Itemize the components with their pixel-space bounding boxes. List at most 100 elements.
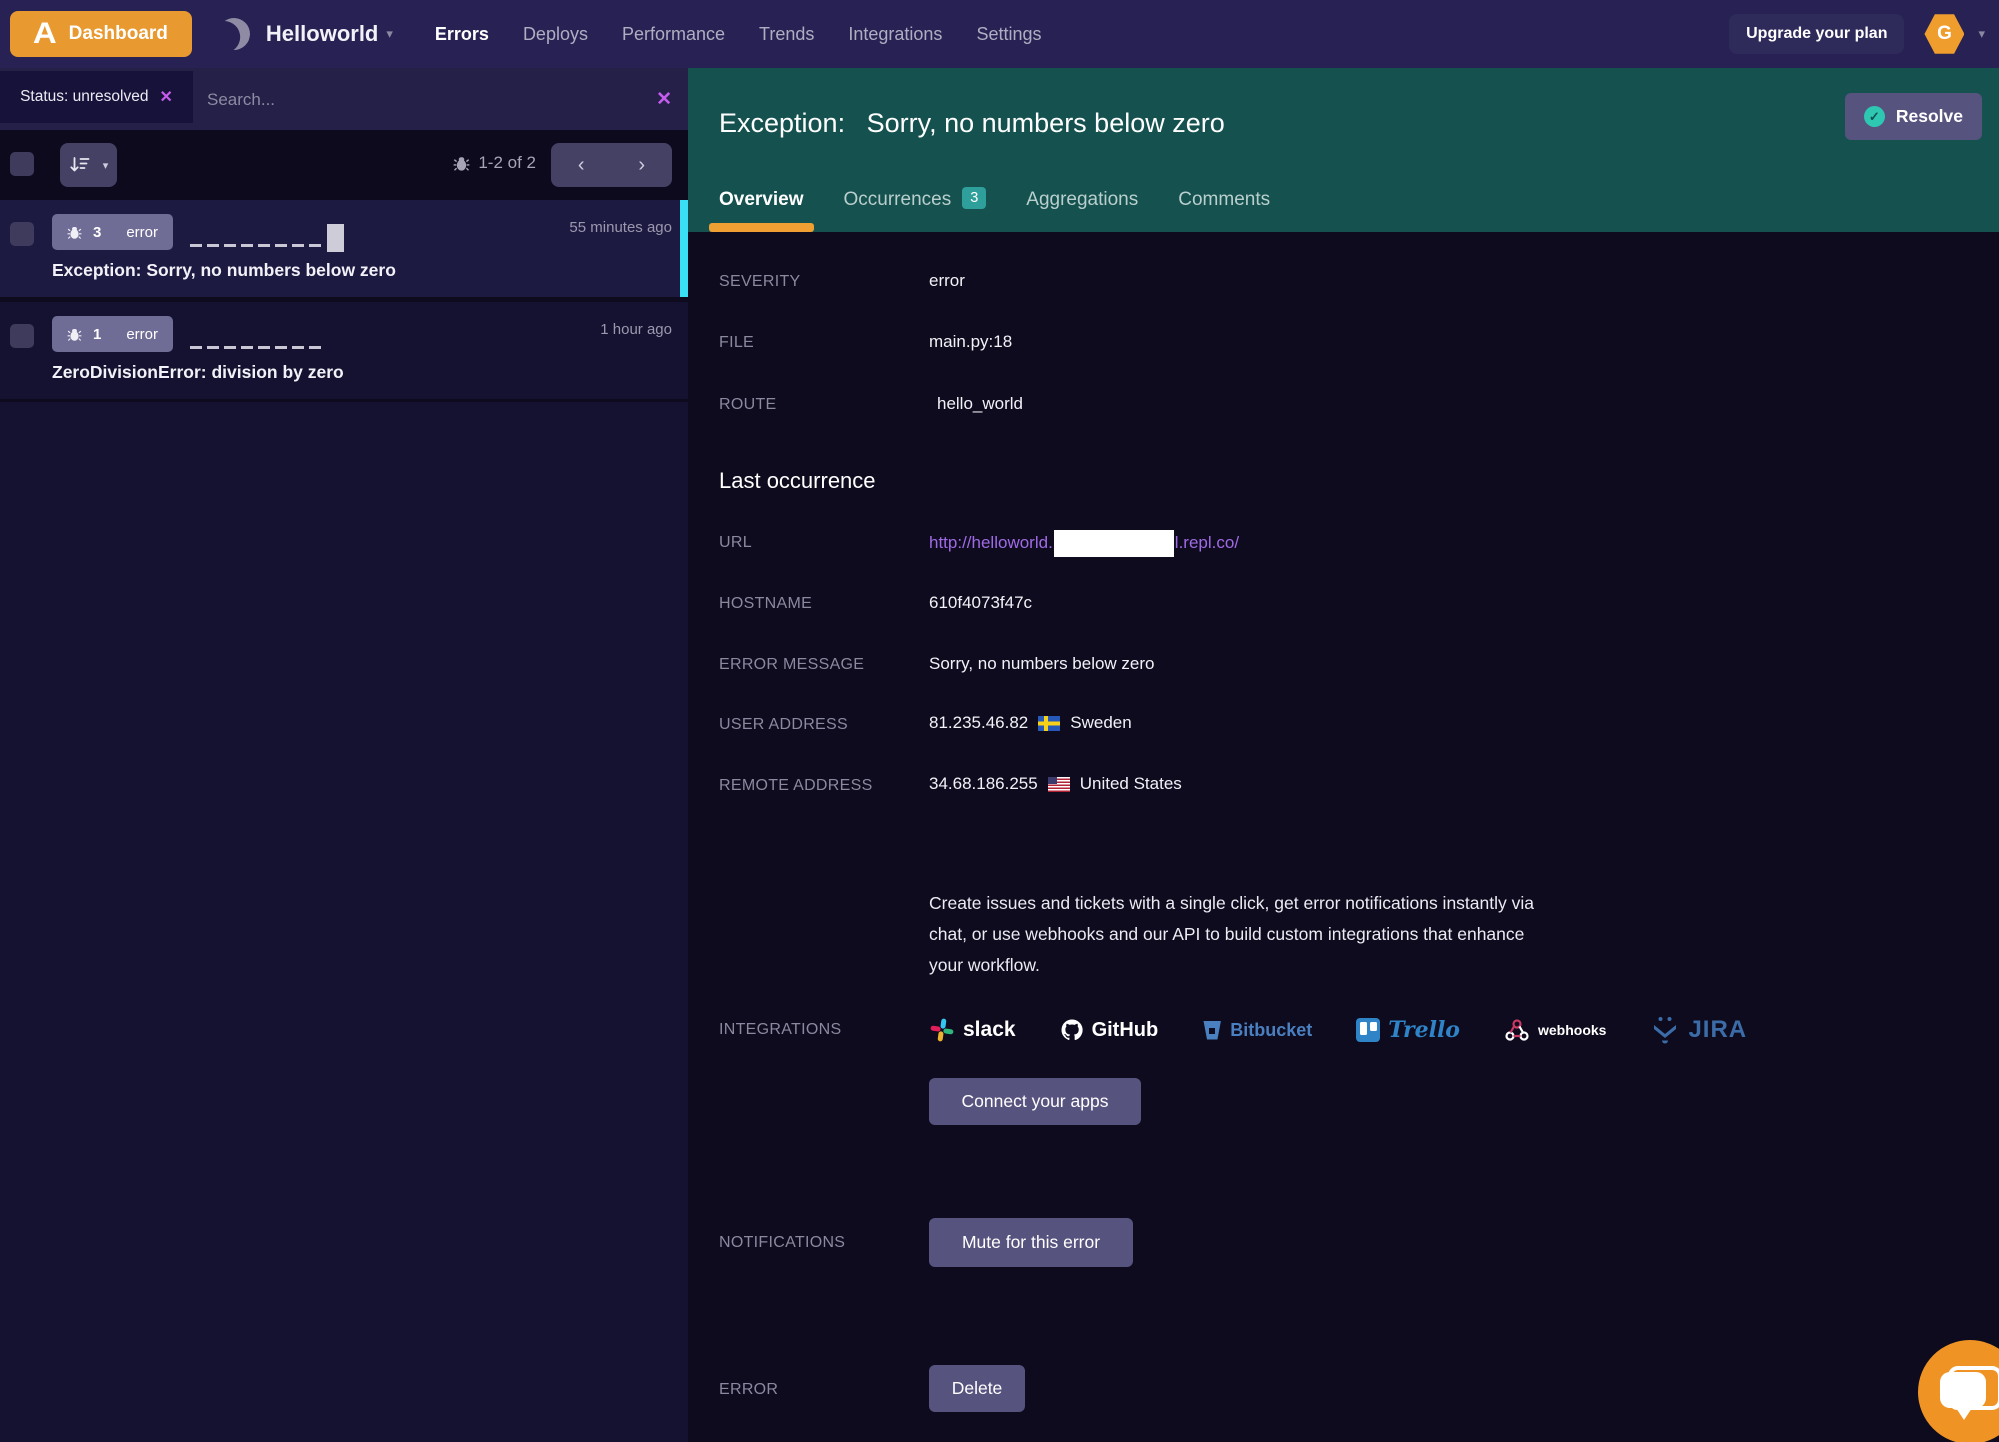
severity-label: error: [126, 224, 158, 241]
nav-item-deploys[interactable]: Deploys: [523, 24, 588, 45]
remote-country: United States: [1080, 774, 1182, 794]
error-list-item[interactable]: 1 error 1 hour ago ZeroDivisionError: di…: [0, 302, 688, 402]
file-value: main.py:18: [929, 332, 1012, 352]
appsignal-logo-icon: A: [33, 19, 57, 49]
slack-icon: [929, 1017, 955, 1043]
detail-tabs: Overview Occurrences 3 Aggregations Comm…: [719, 189, 1270, 232]
chat-bubble-icon: [1940, 1372, 1986, 1408]
avatar[interactable]: G: [1924, 13, 1964, 55]
error-list-item[interactable]: 3 error 55 minutes ago Exception: Sorry,…: [0, 200, 688, 302]
webhooks-logo[interactable]: webhooks: [1504, 1017, 1606, 1043]
occurrence-count: 3: [93, 224, 101, 241]
redacted-text: [190, 346, 324, 349]
top-nav: A Dashboard Helloworld ▾ Errors Deploys …: [0, 0, 1999, 68]
severity-label: error: [126, 326, 158, 343]
nav-item-errors[interactable]: Errors: [435, 24, 489, 45]
error-message-title: Sorry, no numbers below zero: [867, 108, 1225, 138]
nav-item-performance[interactable]: Performance: [622, 24, 725, 45]
webhooks-icon: [1504, 1017, 1530, 1043]
moon-icon: [215, 15, 253, 53]
error-title[interactable]: Exception: Sorry, no numbers below zero: [52, 260, 396, 281]
upgrade-plan-button[interactable]: Upgrade your plan: [1729, 14, 1904, 54]
select-checkbox[interactable]: [10, 324, 34, 348]
app-root: A Dashboard Helloworld ▾ Errors Deploys …: [0, 0, 1999, 1442]
url-row-label: URL: [719, 534, 752, 552]
file-row-label: FILE: [719, 334, 754, 352]
timestamp: 55 minutes ago: [569, 219, 672, 236]
sweden-flag-icon: [1038, 716, 1060, 731]
prev-page-button[interactable]: ‹: [551, 143, 612, 187]
mute-error-button[interactable]: Mute for this error: [929, 1218, 1133, 1267]
trello-icon: [1356, 1018, 1380, 1042]
redaction-block: [327, 224, 344, 252]
route-value: hello_world: [937, 394, 1023, 414]
bitbucket-logo[interactable]: Bitbucket: [1202, 1020, 1312, 1041]
us-flag-icon: [1048, 777, 1070, 792]
nav-item-trends[interactable]: Trends: [759, 24, 814, 45]
next-page-button[interactable]: ›: [612, 143, 673, 187]
timestamp: 1 hour ago: [600, 321, 672, 338]
tab-comments[interactable]: Comments: [1178, 189, 1270, 232]
tab-overview[interactable]: Overview: [719, 189, 804, 232]
resolve-button-label: Resolve: [1896, 106, 1963, 127]
chevron-down-icon[interactable]: ▾: [386, 26, 393, 42]
hostname-row-label: HOSTNAME: [719, 595, 812, 613]
occurrence-url-link[interactable]: http://helloworld.l.repl.co/: [929, 533, 1239, 552]
result-count: 1-2 of 2: [453, 153, 536, 173]
hostname-value: 610f4073f47c: [929, 593, 1032, 613]
error-title[interactable]: ZeroDivisionError: division by zero: [52, 362, 344, 383]
selected-indicator-bar: [680, 200, 688, 297]
error-row-label: ERROR: [719, 1381, 778, 1399]
sort-button[interactable]: ▾: [60, 143, 117, 187]
bug-icon: [67, 327, 82, 342]
tab-occurrences-label: Occurrences: [844, 189, 952, 211]
trello-logo[interactable]: Trello: [1356, 1017, 1460, 1043]
chevron-down-icon: ▾: [103, 159, 109, 172]
delete-error-button[interactable]: Delete: [929, 1365, 1025, 1412]
bitbucket-icon: [1202, 1021, 1222, 1040]
severity-row-label: SEVERITY: [719, 273, 801, 291]
dashboard-button[interactable]: A Dashboard: [10, 11, 192, 57]
user-country: Sweden: [1070, 713, 1131, 733]
notifications-row-label: NOTIFICATIONS: [719, 1234, 845, 1252]
status-filter-chip[interactable]: Status: unresolved ✕: [0, 71, 193, 123]
route-row-label: ROUTE: [719, 396, 777, 414]
error-message-value: Sorry, no numbers below zero: [929, 654, 1155, 674]
last-occurrence-heading: Last occurrence: [719, 468, 876, 494]
remote-address-row-label: REMOTE ADDRESS: [719, 777, 873, 795]
select-checkbox[interactable]: [10, 222, 34, 246]
integrations-row-label: INTEGRATIONS: [719, 1021, 841, 1039]
app-name[interactable]: Helloworld: [266, 21, 378, 47]
tab-aggregations[interactable]: Aggregations: [1026, 189, 1138, 232]
clear-search-icon[interactable]: ✕: [656, 88, 672, 111]
status-filter-label: Status: unresolved: [20, 88, 148, 106]
integration-logos: slack GitHub Bitbucket Trello: [929, 1012, 1747, 1048]
chevron-down-icon[interactable]: ▾: [1978, 26, 1985, 42]
filter-bar: Status: unresolved ✕ ✕: [0, 68, 688, 130]
dashboard-button-label: Dashboard: [69, 23, 168, 45]
user-address-value: 81.235.46.82 Sweden: [929, 713, 1132, 733]
nav-item-integrations[interactable]: Integrations: [848, 24, 942, 45]
error-list-sidebar: Status: unresolved ✕ ✕ ▾: [0, 68, 688, 1442]
select-all-checkbox[interactable]: [10, 152, 34, 176]
tab-occurrences[interactable]: Occurrences 3: [844, 189, 987, 232]
resolve-button[interactable]: ✓ Resolve: [1845, 93, 1982, 140]
sort-desc-icon: [69, 156, 90, 174]
user-menu[interactable]: G ▾: [1924, 13, 1985, 55]
result-range: 1-2 of 2: [478, 153, 536, 173]
jira-logo[interactable]: JIRA: [1650, 1015, 1747, 1045]
slack-logo[interactable]: slack: [929, 1017, 1016, 1043]
nav-item-settings[interactable]: Settings: [976, 24, 1041, 45]
occurrence-count: 1: [93, 326, 101, 343]
url-redaction-box: [1054, 530, 1174, 557]
error-class: Exception:: [719, 108, 845, 138]
pagination: ‹ ›: [551, 143, 672, 187]
page-title: Exception: Sorry, no numbers below zero: [719, 108, 1225, 139]
remove-filter-icon[interactable]: ✕: [159, 87, 172, 107]
redacted-text: [190, 244, 324, 247]
nav-links: Errors Deploys Performance Trends Integr…: [435, 24, 1042, 45]
github-logo[interactable]: GitHub: [1060, 1018, 1159, 1042]
search-input[interactable]: [205, 68, 589, 132]
connect-apps-button[interactable]: Connect your apps: [929, 1078, 1141, 1125]
check-circle-icon: ✓: [1864, 106, 1885, 127]
